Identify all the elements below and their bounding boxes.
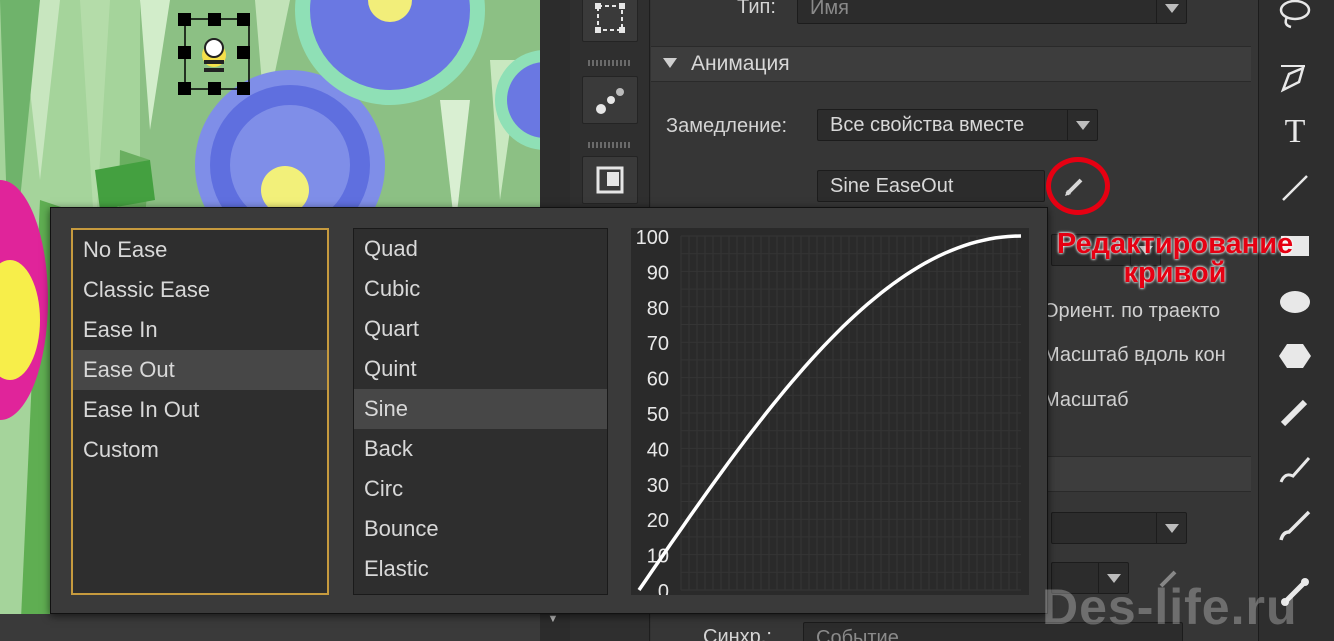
y-tick-label: 0: [658, 581, 669, 595]
y-tick-label: 100: [636, 228, 669, 249]
annotation-circle: [1046, 157, 1110, 215]
text-tool[interactable]: T: [1273, 110, 1317, 154]
animation-section-header[interactable]: Анимация: [651, 46, 1251, 82]
ease-function-item[interactable]: Bounce: [354, 509, 607, 549]
ease-type-item[interactable]: Ease Out: [73, 350, 327, 390]
lasso-tool[interactable]: [1273, 0, 1317, 36]
ease-function-item[interactable]: Elastic: [354, 549, 607, 589]
text-tool-icon: T: [1284, 113, 1306, 150]
orient-to-path-label[interactable]: Ориент. по траекто: [1043, 300, 1220, 323]
chevron-down-icon[interactable]: [1156, 0, 1186, 23]
ease-function-item[interactable]: Circ: [354, 469, 607, 509]
line-icon: [1282, 175, 1308, 201]
tools-panel: T: [1258, 0, 1334, 641]
sound-name-dropdown[interactable]: [1051, 512, 1187, 544]
chevron-down-icon[interactable]: [1067, 110, 1097, 140]
pencil-icon: [1280, 399, 1308, 427]
pen-icon: [1280, 65, 1305, 93]
ease-type-item[interactable]: Ease In: [73, 310, 327, 350]
type-label: Тип:: [737, 0, 776, 18]
polystar-tool[interactable]: [1273, 334, 1317, 378]
paint-brush-icon: [1279, 457, 1311, 483]
ease-function-list: Quad Cubic Quart Quint Sine Back Circ Bounce Ela…: [353, 228, 608, 595]
transform-icon: [595, 3, 625, 33]
ease-function-item[interactable]: Sine: [354, 389, 607, 429]
annotation-line-2: кривой: [1123, 257, 1227, 289]
type-value: Имя: [810, 0, 849, 19]
annotation-text: Редактирование кривой: [1035, 230, 1315, 288]
ease-curve-preview: 100 90 80 70 60 50 40 30 20 10 0: [631, 227, 1029, 603]
ease-function-item[interactable]: Quint: [354, 349, 607, 389]
library-panel-button[interactable]: [582, 156, 638, 204]
ease-function-item[interactable]: Back: [354, 429, 607, 469]
annotation-line-1: Редактирование: [1056, 228, 1294, 260]
y-tick-label: 50: [647, 404, 669, 426]
ease-type-item[interactable]: Custom: [73, 430, 327, 470]
watermark: Des-life.ru: [1042, 579, 1298, 635]
scale-label[interactable]: Масштаб: [1043, 389, 1129, 412]
oval-icon: [1280, 291, 1310, 313]
ease-mode-value: Все свойства вместе: [830, 114, 1025, 136]
scale-along-path-label[interactable]: Масштаб вдоль кон: [1043, 344, 1226, 367]
stage-bottom-bar: [0, 614, 560, 641]
paint-brush-tool[interactable]: [1273, 448, 1317, 492]
ease-function-item[interactable]: Cubic: [354, 269, 607, 309]
lasso-icon: [1279, 0, 1311, 29]
y-tick-label: 70: [647, 333, 669, 355]
ease-type-list: No Ease Classic Ease Ease In Ease Out Ease I…: [71, 228, 329, 595]
chart-grid: [680, 235, 1021, 591]
brush-icon: [1279, 510, 1311, 541]
panel-grip[interactable]: [588, 142, 632, 148]
y-tick-label: 80: [647, 298, 669, 320]
ease-function-item[interactable]: Quart: [354, 309, 607, 349]
sync-value: Событие: [816, 627, 899, 641]
hexagon-icon: [1279, 344, 1311, 368]
chevron-down-icon[interactable]: [1156, 513, 1186, 543]
ease-preset-button[interactable]: Sine EaseOut: [817, 170, 1045, 202]
pencil-tool[interactable]: [1273, 390, 1317, 434]
pen-tool[interactable]: [1273, 56, 1317, 100]
ease-mode-dropdown[interactable]: Все свойства вместе: [817, 109, 1098, 141]
animation-section-title: Анимация: [691, 52, 790, 75]
y-tick-label: 40: [647, 439, 669, 461]
y-tick-label: 30: [647, 475, 669, 497]
ease-function-item[interactable]: Quad: [354, 229, 607, 269]
ease-type-item[interactable]: Ease In Out: [73, 390, 327, 430]
ease-label: Замедление:: [666, 115, 787, 137]
ease-type-item[interactable]: No Ease: [73, 230, 327, 270]
brush-tool[interactable]: [1273, 504, 1317, 548]
sync-label: Синхр.:: [703, 626, 772, 641]
motion-presets-button[interactable]: [582, 76, 638, 124]
ease-type-item[interactable]: Classic Ease: [73, 270, 327, 310]
motion-dots-icon: [596, 88, 624, 114]
type-dropdown[interactable]: Имя: [797, 0, 1187, 24]
y-tick-label: 60: [647, 369, 669, 391]
ease-preset-value: Sine EaseOut: [830, 175, 954, 197]
collapse-triangle-icon[interactable]: [663, 58, 677, 68]
library-icon: [596, 166, 624, 194]
line-tool[interactable]: [1273, 166, 1317, 210]
ease-presets-popup: No Ease Classic Ease Ease In Ease Out Ease I…: [50, 207, 1048, 614]
y-tick-label: 90: [647, 262, 669, 284]
y-tick-label: 20: [647, 510, 669, 532]
ease-curve-chart: 1009080706050403020100: [636, 227, 1022, 603]
panel-grip[interactable]: [588, 60, 632, 66]
transform-panel-button[interactable]: [582, 0, 638, 42]
